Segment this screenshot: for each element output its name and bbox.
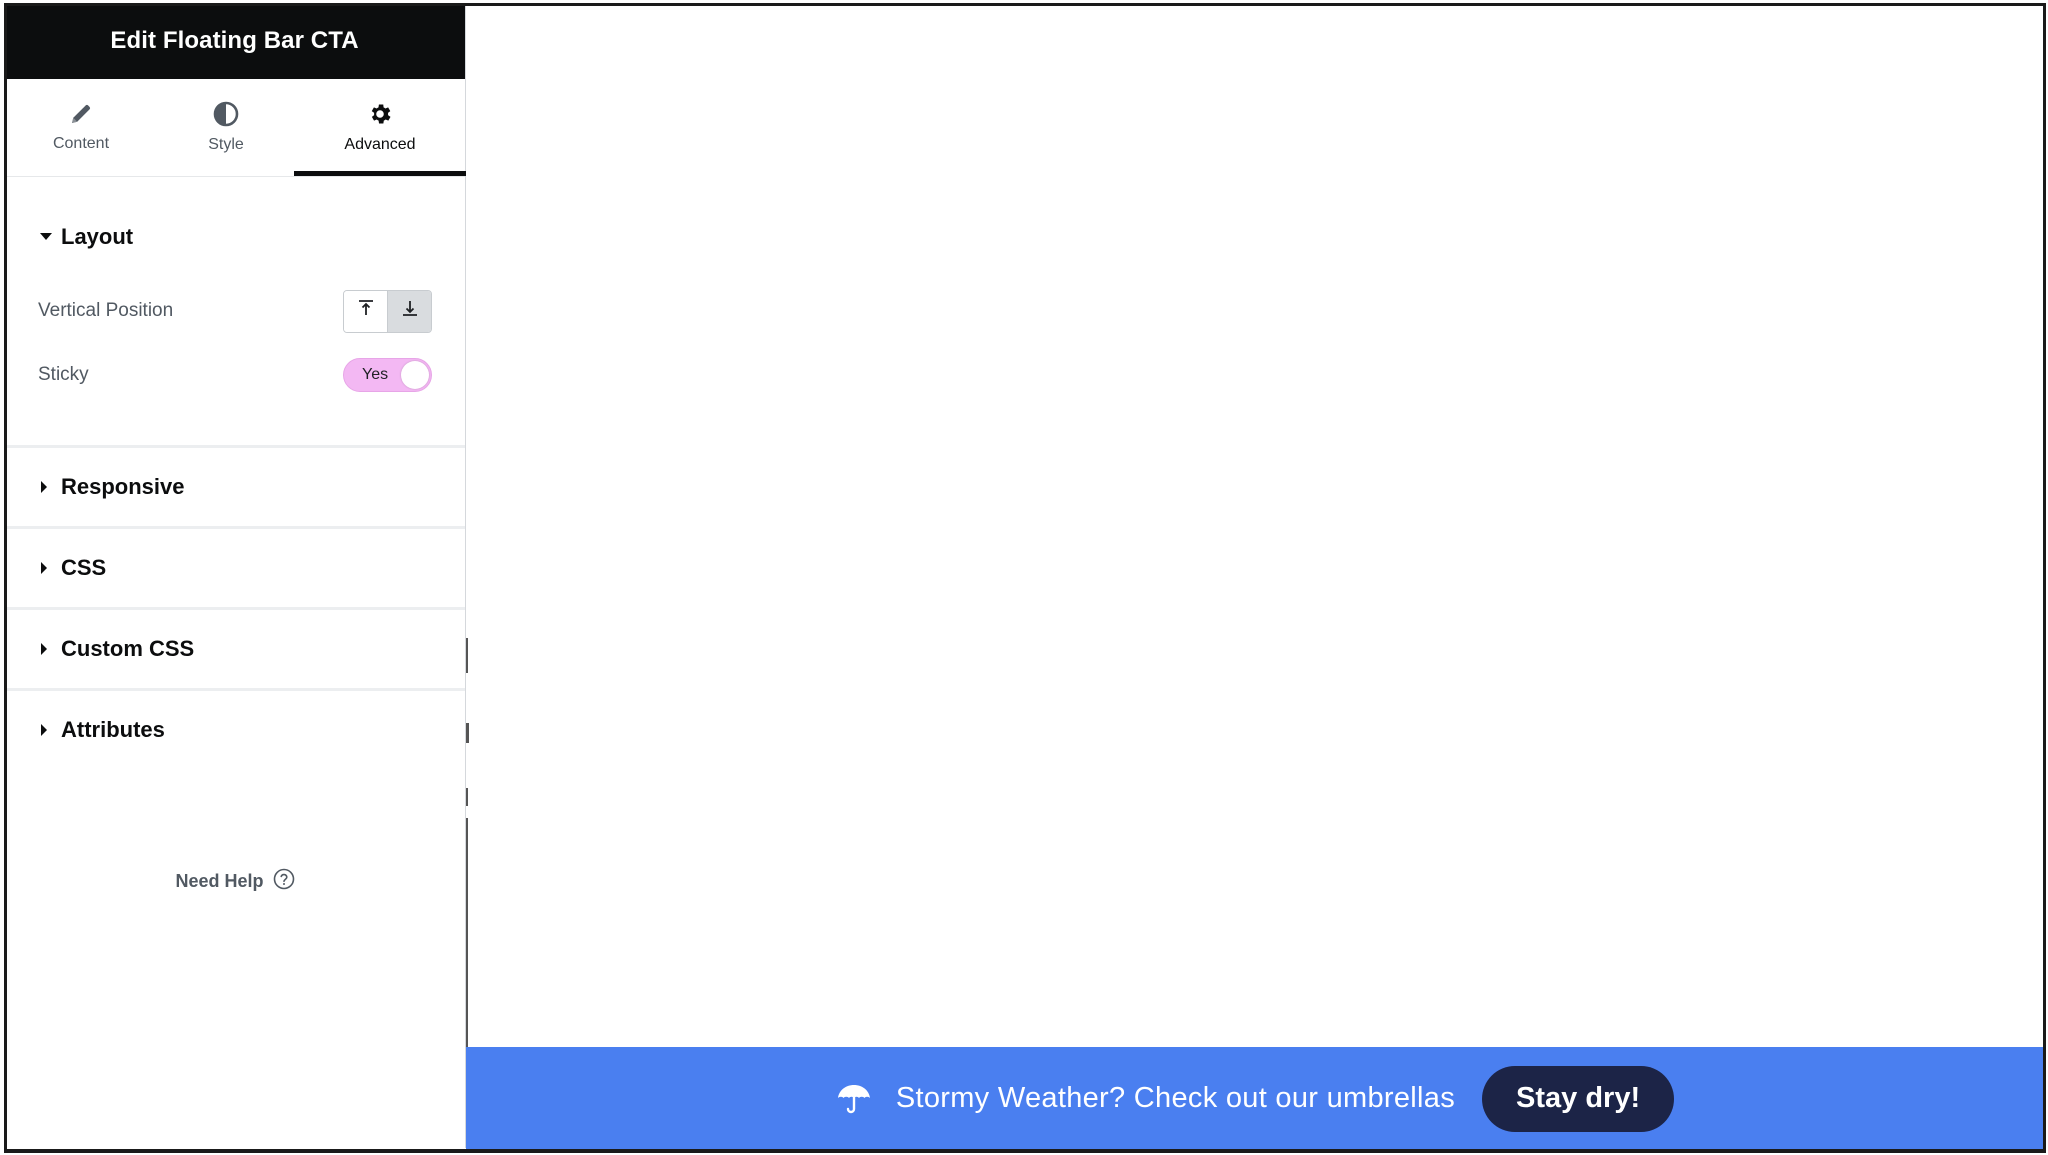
window-frame [4,3,2046,1153]
